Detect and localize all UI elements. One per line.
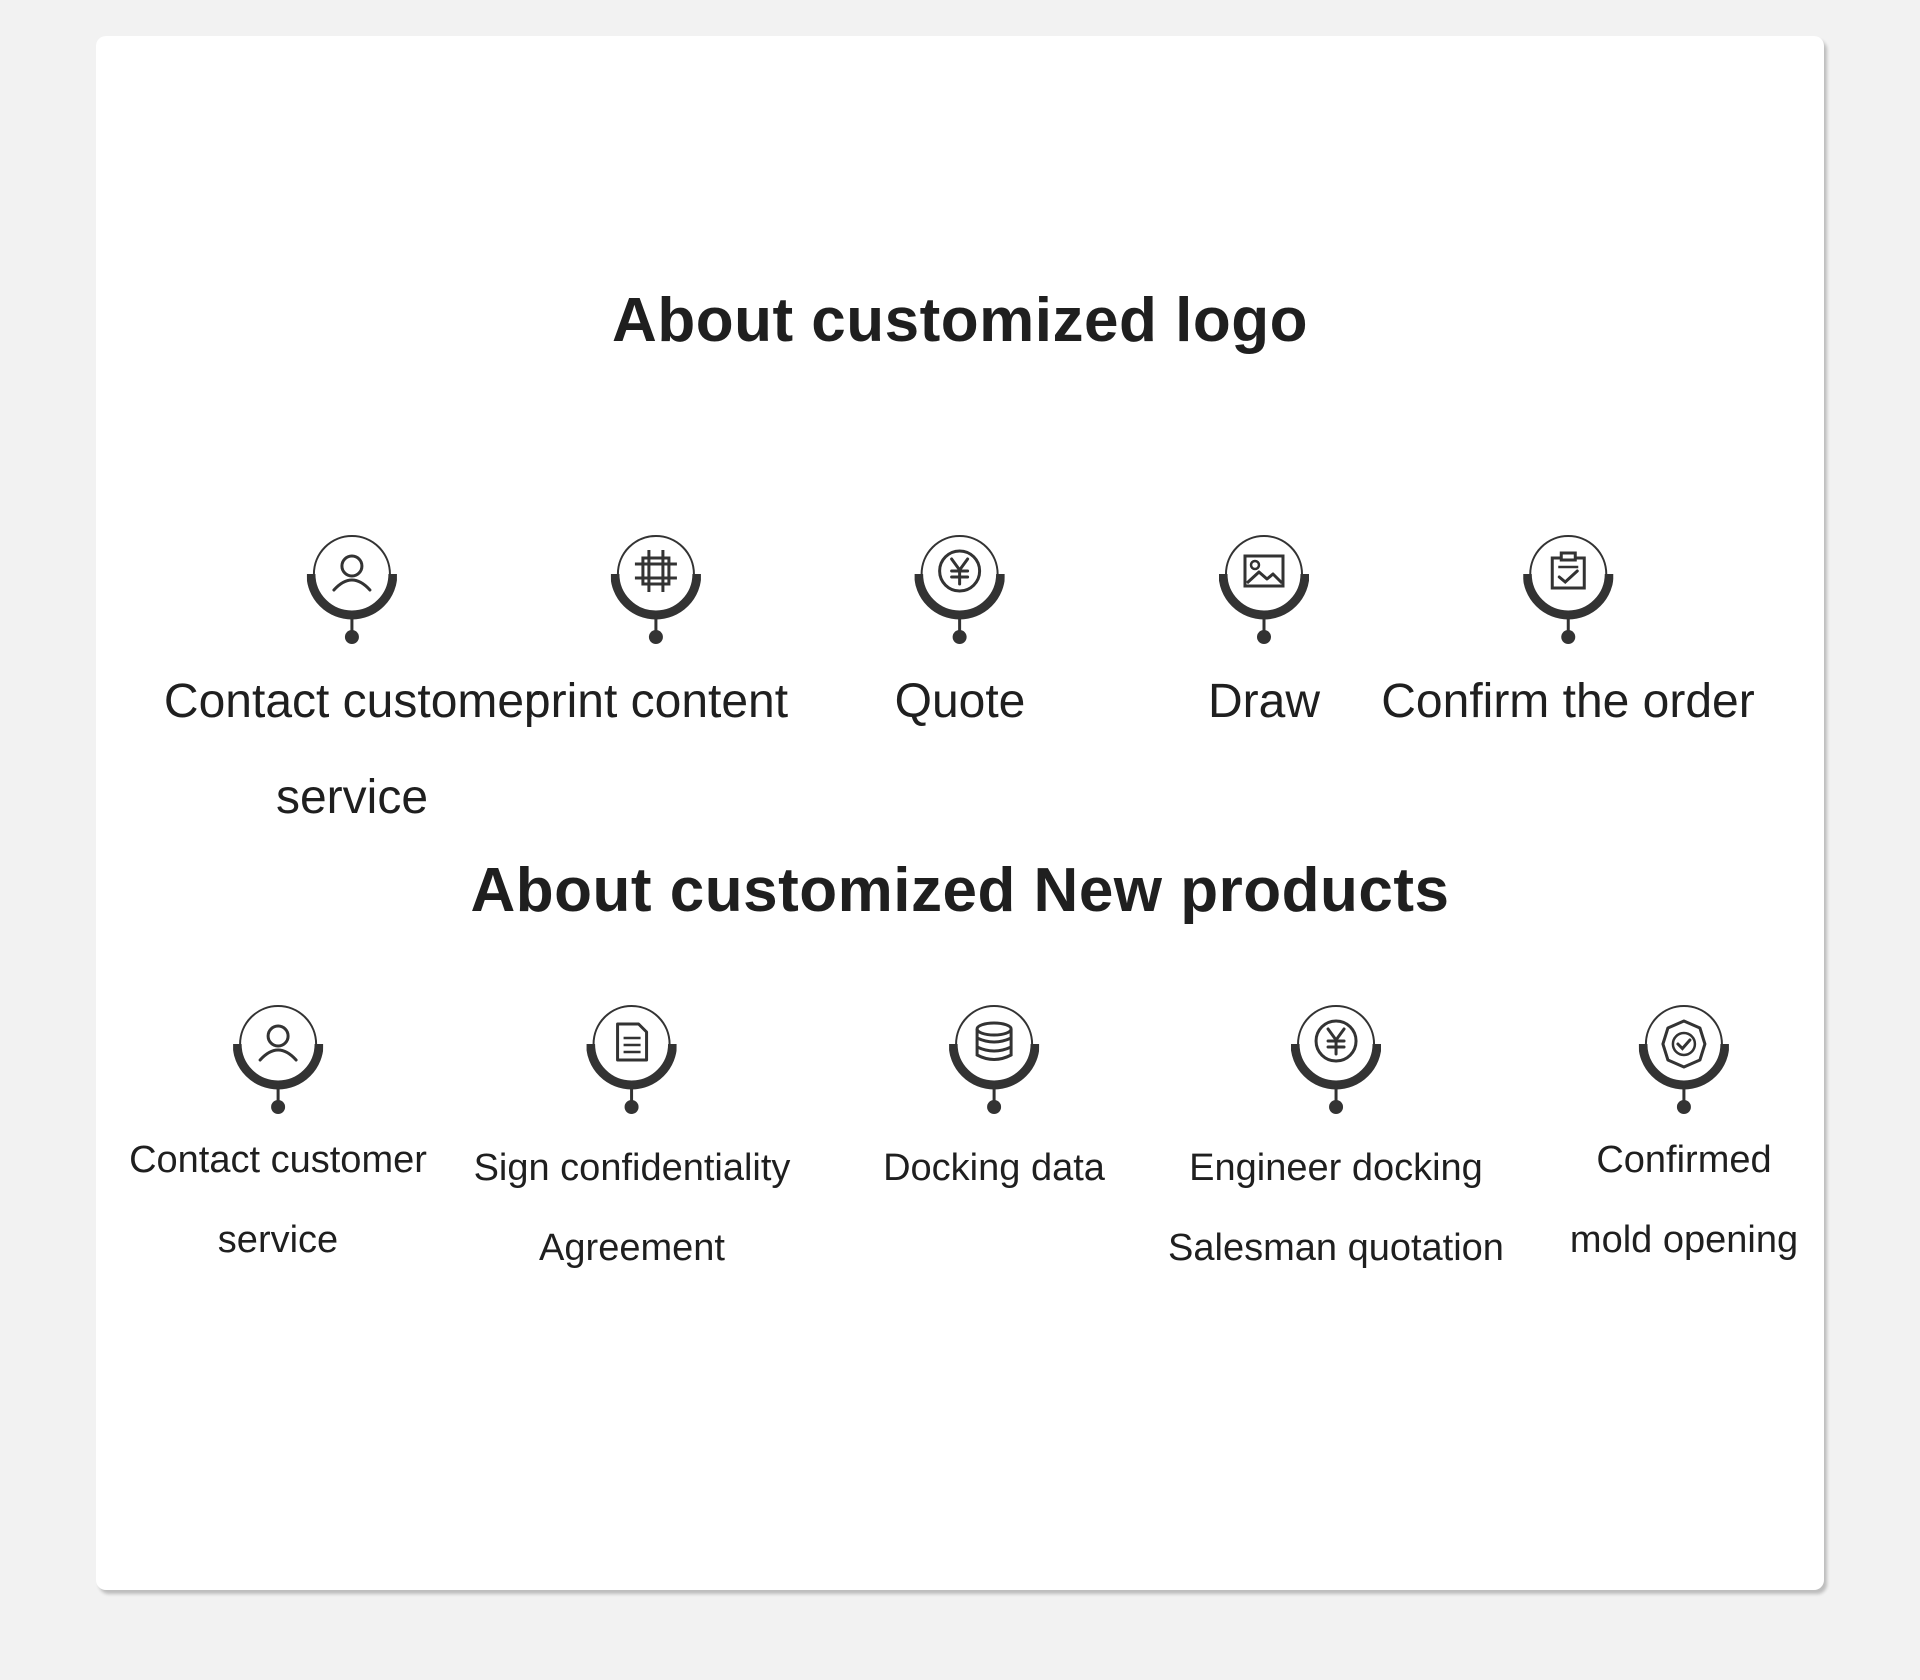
step-label-line: Salesman quotation (1168, 1227, 1504, 1269)
logo-step-print-content: print content (524, 534, 788, 750)
document-icon (586, 1005, 677, 1114)
step-label-line: Contact customer (129, 1139, 427, 1181)
image-icon (1218, 535, 1309, 644)
step-label-line: Docking data (883, 1147, 1105, 1189)
step-label-line: Engineer docking (1189, 1147, 1483, 1189)
step-label-line: print content (523, 675, 789, 728)
yen-icon (1291, 1005, 1381, 1114)
user-icon (232, 1005, 323, 1114)
logo-section-title: About customized logo (612, 286, 1308, 355)
crop-icon (610, 535, 701, 644)
logo-step-quote: Quote (894, 534, 1026, 750)
products-step-mold-opening: Confirmed mold opening (1570, 1004, 1798, 1280)
products-step-sign-agreement: Sign confidentiality Agreement (473, 1004, 791, 1288)
step-label-line: service (275, 771, 429, 824)
content-card: About customized logo Contact customer s… (96, 36, 1824, 1590)
step-label-line: Contact customer (163, 675, 541, 728)
step-label-line: Quote (894, 675, 1026, 728)
step-label-line: Confirmed (1596, 1139, 1772, 1181)
user-icon (307, 535, 397, 644)
database-icon (949, 1005, 1039, 1114)
logo-step-contact: Contact customer service (164, 534, 540, 846)
step-label-line: mold opening (1569, 1219, 1799, 1261)
yen-icon (914, 535, 1005, 644)
step-label-line: Confirm the order (1381, 675, 1755, 728)
logo-step-draw: Draw (1208, 534, 1320, 750)
products-step-engineer-quotation: Engineer docking Salesman quotation (1168, 1004, 1504, 1288)
logo-step-confirm-order: Confirm the order (1381, 534, 1755, 750)
step-label-line: Draw (1207, 675, 1321, 728)
products-step-docking-data: Docking data (883, 1004, 1105, 1208)
clipboard-check-icon (1522, 535, 1613, 644)
step-label-line: Sign confidentiality (473, 1147, 791, 1189)
step-label-line: Agreement (539, 1227, 725, 1269)
badge-check-icon (1638, 1005, 1729, 1114)
products-section-title: About customized New products (470, 856, 1450, 925)
products-step-contact: Contact customer service (129, 1004, 427, 1280)
step-label-line: service (217, 1219, 339, 1261)
